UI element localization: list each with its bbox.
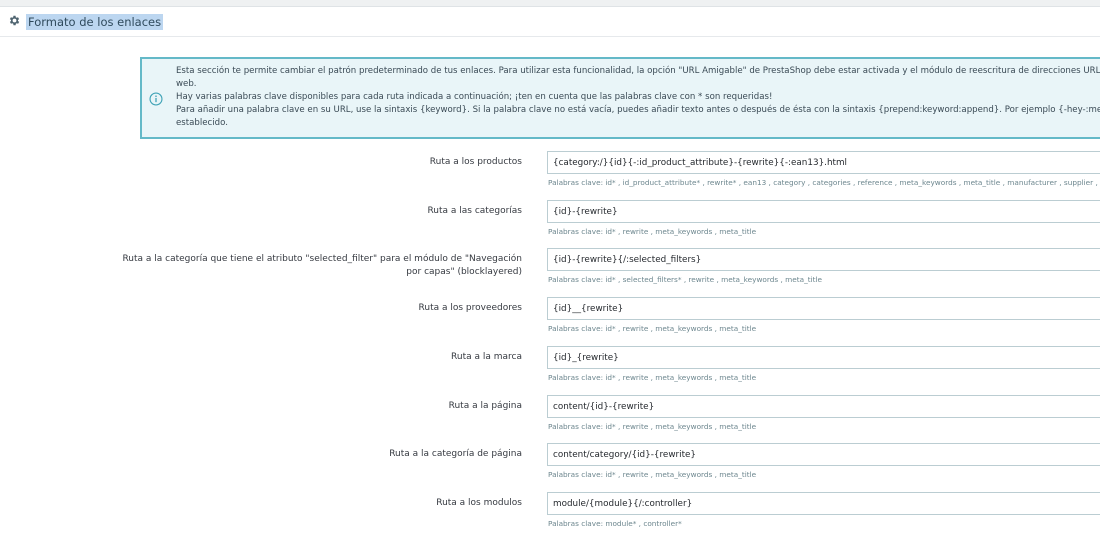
route-label: Ruta a los modulos	[436, 498, 522, 508]
route-modules-input[interactable]	[547, 492, 1100, 515]
route-keywords-help: Palabras clave: id* , rewrite , meta_key…	[548, 422, 757, 431]
route-keywords-help: Palabras clave: id* , id_product_attribu…	[548, 178, 1100, 187]
route-label: Ruta a la página	[448, 401, 522, 411]
route-keywords-help: Palabras clave: id* , selected_filters* …	[548, 275, 822, 284]
route-keywords-help: Palabras clave: id* , rewrite , meta_key…	[548, 227, 757, 236]
route-keywords-help: Palabras clave: id* , rewrite , meta_key…	[548, 324, 757, 333]
gear-icon	[9, 15, 20, 26]
route-label: Ruta a los proveedores	[418, 303, 522, 313]
route-label: Ruta a la marca	[451, 352, 522, 362]
alert-line: establecido.	[176, 118, 228, 128]
alert-text: Esta sección te permite cambiar el patró…	[176, 65, 1100, 130]
route-keywords-help: Palabras clave: id* , rewrite , meta_key…	[548, 373, 757, 382]
alert-line: Esta sección te permite cambiar el patró…	[176, 66, 1100, 76]
alert-line: web.	[176, 79, 197, 89]
route-label: Ruta a las categorías	[427, 206, 522, 216]
route-page-category-input[interactable]	[547, 443, 1100, 466]
info-circle-icon	[149, 92, 163, 106]
route-keywords-help: Palabras clave: id* , rewrite , meta_key…	[548, 470, 757, 479]
route-brand-input[interactable]	[547, 346, 1100, 369]
info-alert: Esta sección te permite cambiar el patró…	[140, 57, 1100, 139]
route-keywords-help: Palabras clave: module* , controller*	[548, 519, 682, 528]
route-categories-input[interactable]	[547, 200, 1100, 223]
panel-header: Formato de los enlaces	[0, 7, 1100, 37]
route-label: Ruta a la categoría de página	[389, 449, 522, 459]
route-products-input[interactable]	[547, 151, 1100, 174]
route-page-input[interactable]	[547, 395, 1100, 418]
route-layered-category-input[interactable]	[547, 248, 1100, 271]
alert-line: Hay varias palabras clave disponibles pa…	[176, 92, 773, 102]
alert-line: Para añadir una palabra clave en su URL,…	[176, 105, 1100, 115]
route-label: Ruta a los productos	[429, 157, 522, 167]
route-suppliers-input[interactable]	[547, 297, 1100, 320]
panel-title: Formato de los enlaces	[26, 14, 164, 30]
route-label: Ruta a la categoría que tiene el atribut…	[122, 254, 522, 277]
top-strip	[0, 0, 1100, 7]
